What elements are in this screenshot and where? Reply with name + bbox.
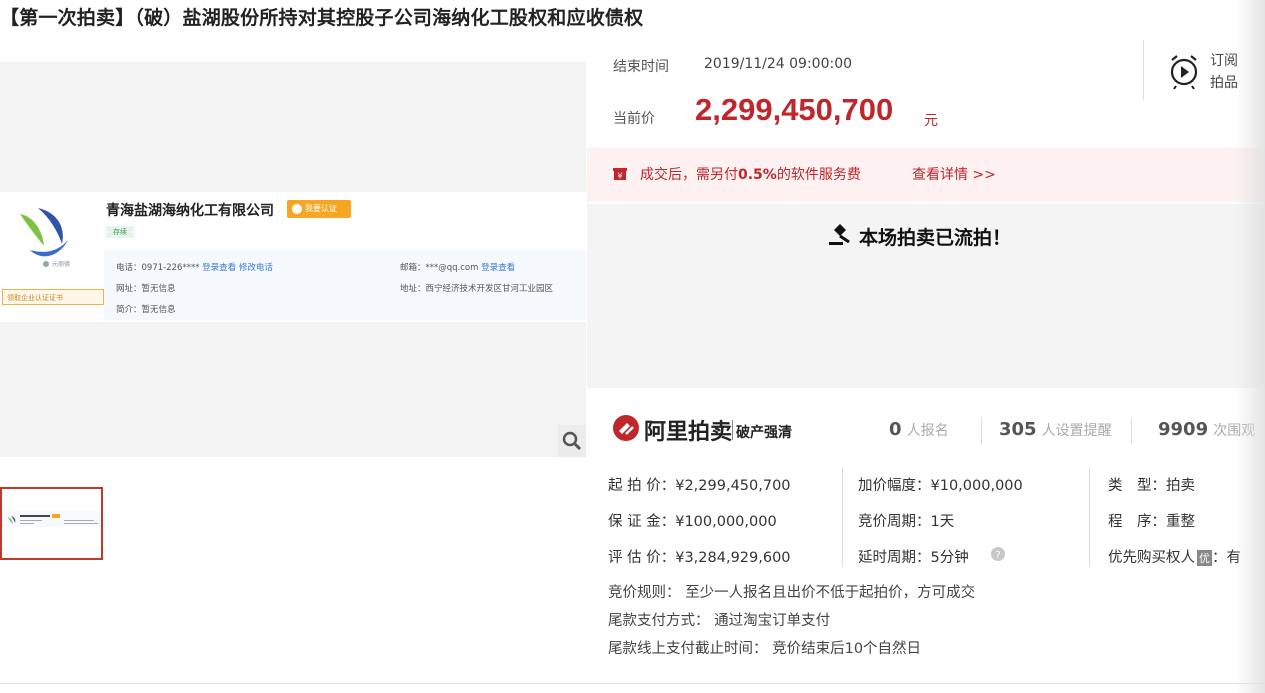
signup-unit: 人报名 [906,423,949,439]
stat-divider-2 [1131,418,1132,444]
intro-value: 暂无信息 [141,305,176,315]
company-name: 青海盐湖海纳化工有限公司 [106,203,274,219]
bottom-divider [0,683,1265,684]
company-logo: 元丽德 [10,202,90,272]
svg-text:¥: ¥ [617,172,622,181]
fee-suffix: 的软件服务费 [776,167,861,183]
watch-count: 9909 [1158,419,1209,440]
priority-row: 优先购买权人优：有 [1108,546,1241,567]
bid-rule: 竞价规则： 至少一人报名且出价不低于起拍价，方可成交 [608,585,976,601]
auction-status-text: 本场拍卖已流拍！ [859,227,1012,249]
stat-divider-1 [981,418,982,444]
extend-period: 延时周期：5分钟 [858,550,969,566]
brand-divider [732,420,733,440]
subscribe-divider [1143,40,1144,100]
grid-divider-2 [1089,468,1090,566]
subscribe-label-1: 订阅 [1210,53,1238,69]
auction-status-area: 本场拍卖已流拍！ [587,204,1265,388]
priority-badge: 优 [1197,550,1212,566]
svg-text:?: ? [995,550,1000,561]
address-value: 西宁经济技术开发区甘河工业园区 [425,284,554,294]
email-label: 邮箱： [400,263,426,273]
subscribe-label-2: 拍品 [1210,75,1238,91]
zoom-icon[interactable] [558,425,586,457]
start-price: 起 拍 价：¥2,299,450,700 [608,478,791,494]
procedure-label: 程 序： [1108,514,1166,530]
signup-count: 0 [889,419,902,440]
type-label: 类 型： [1108,478,1166,494]
page-title: 【第一次拍卖】（破）盐湖股份所持对其控股子公司海纳化工股权和应收债权 [0,7,644,29]
signup-stat: 0 人报名 [889,419,949,440]
brand-name: 阿里拍卖 [644,420,733,445]
reminder-unit: 人设置提醒 [1041,423,1112,439]
type-value: 拍卖 [1166,478,1195,494]
website-value: 暂无信息 [141,284,176,294]
appraisal-price: 评 估 价：¥3,284,929,600 [608,550,791,566]
current-price-value: 2,299,450,700 [695,92,894,127]
priority-label: 优先购买权人 [1108,550,1195,566]
website-label: 网址： [116,284,142,294]
company-info-card: 元丽德 领取企业认证证书 青海盐湖海纳化工有限公司 我要认证 存续 电话：097… [0,192,586,322]
reminder-stat: 305 人设置提醒 [999,419,1112,440]
email-link[interactable]: 登录查看 [481,263,515,273]
company-info-box: 电话：0971-226**** 登录查看 修改电话 邮箱：***@qq.com … [104,250,586,320]
deposit: 保 证 金：¥100,000,000 [608,514,777,530]
procedure-row: 程 序：重整 [1108,510,1195,531]
fee-percent: 0.5% [738,167,777,183]
fee-prefix: 成交后，需另付 [640,167,738,183]
help-icon[interactable]: ? [990,546,1006,566]
reminder-count: 305 [999,419,1037,440]
intro-label: 简介： [116,305,142,315]
grid-divider-1 [842,468,843,566]
website-row: 网址：暂无信息 [116,282,176,294]
end-time-label: 结束时间 [613,59,669,75]
end-time-value: 2019/11/24 09:00:00 [704,56,853,72]
verify-badge[interactable]: 我要认证 [287,200,351,218]
verify-badge-label: 我要认证 [305,204,337,213]
procedure-value: 重整 [1166,514,1195,530]
bid-period: 竞价周期：1天 [858,514,955,530]
ali-auction-logo [612,414,640,446]
fee-text: 成交后，需另付0.5%的软件服务费 [640,164,861,184]
bid-increment: 加价幅度：¥10,000,000 [858,478,1023,494]
service-fee-notice: ¥ 成交后，需另付0.5%的软件服务费 查看详情 >> [587,148,1265,202]
email-value: ***@qq.com [425,263,479,273]
fee-icon: ¥ [613,166,627,181]
cert-link[interactable]: 领取企业认证证书 [2,289,104,305]
email-row: 邮箱：***@qq.com 登录查看 [400,261,515,273]
phone-value: 0971-226**** [141,263,200,273]
logo-caption: 元丽德 [52,261,71,268]
intro-row: 简介：暂无信息 [116,303,176,315]
alarm-clock-icon [1166,52,1202,96]
fee-details-link[interactable]: 查看详情 >> [912,164,996,184]
address-label: 地址： [400,284,426,294]
current-price-label: 当前价 [613,111,655,127]
gavel-icon [827,222,853,250]
current-price-unit: 元 [924,113,938,129]
address-row: 地址：西宁经济技术开发区甘河工业园区 [400,282,553,294]
payment-method: 尾款支付方式： 通过淘宝订单支付 [608,613,831,629]
status-tag: 存续 [106,226,134,238]
check-icon [292,204,302,214]
phone-links[interactable]: 登录查看 修改电话 [202,263,273,273]
payment-deadline: 尾款线上支付截止时间： 竞价结束后10个自然日 [608,641,922,657]
brand-sub: 破产强清 [736,425,792,441]
gallery-thumbnail[interactable] [0,487,103,560]
phone-label: 电话： [116,263,142,273]
phone-row: 电话：0971-226**** 登录查看 修改电话 [116,261,273,273]
window-edge-shadow [1235,0,1265,693]
type-row: 类 型：拍卖 [1108,474,1195,495]
